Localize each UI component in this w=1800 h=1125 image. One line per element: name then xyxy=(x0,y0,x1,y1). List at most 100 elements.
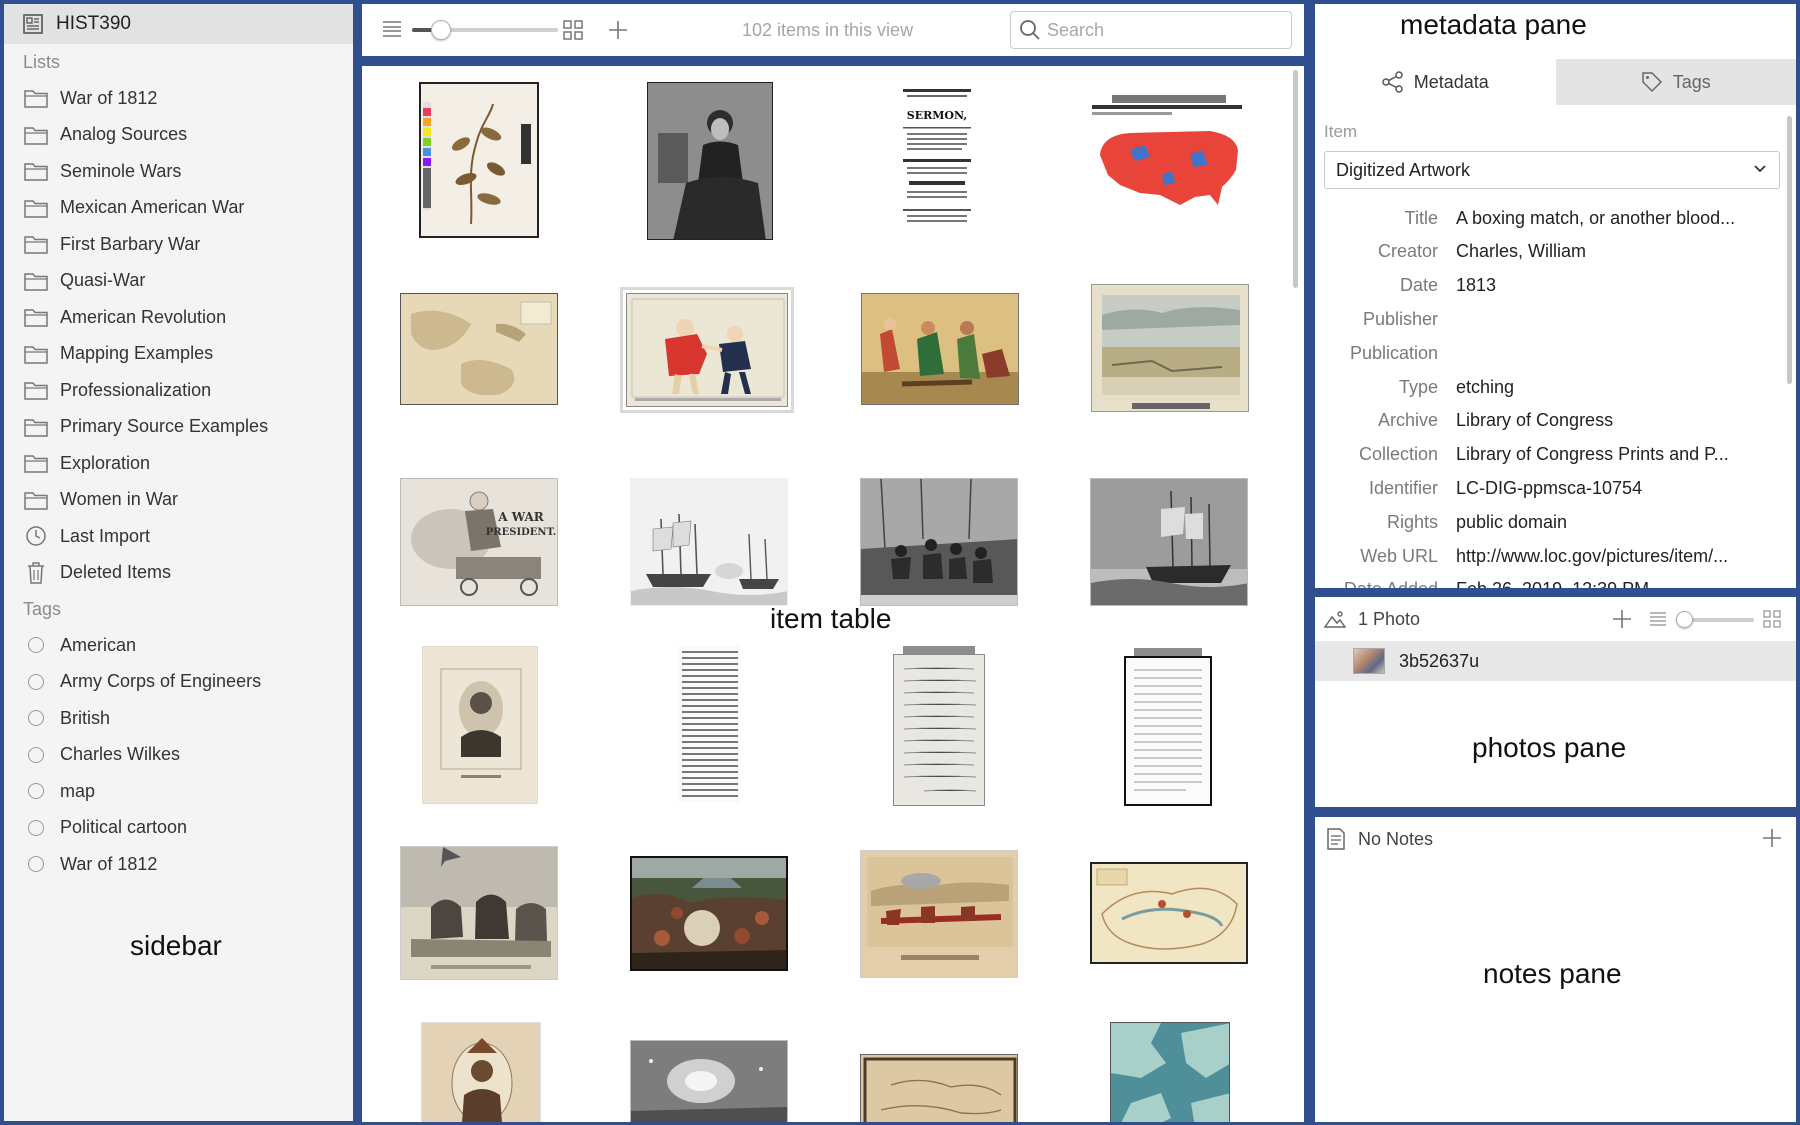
item-thumbnail[interactable] xyxy=(1089,94,1247,224)
sidebar-list-item[interactable]: Deleted Items xyxy=(4,555,353,592)
sidebar-tag-item[interactable]: British xyxy=(4,700,353,737)
item-thumbnail[interactable] xyxy=(400,293,558,405)
item-thumbnail[interactable] xyxy=(1124,656,1212,806)
add-photo-icon[interactable] xyxy=(1612,609,1632,629)
item-thumbnail[interactable] xyxy=(630,478,788,606)
sidebar-list-item[interactable]: Primary Source Examples xyxy=(4,409,353,446)
item-thumbnail[interactable] xyxy=(419,82,539,238)
tag-circle-icon xyxy=(23,672,48,692)
photo-size-slider[interactable] xyxy=(1676,611,1754,628)
item-thumbnail[interactable] xyxy=(1091,284,1249,412)
item-table-scrollbar[interactable] xyxy=(1293,70,1298,288)
sidebar-list-item[interactable]: Professionalization xyxy=(4,372,353,409)
metadata-field-value[interactable]: 1813 xyxy=(1456,275,1761,296)
item-thumbnail[interactable] xyxy=(861,293,1019,405)
sidebar-list-item[interactable]: Quasi-War xyxy=(4,263,353,300)
sidebar-list-item[interactable]: Last Import xyxy=(4,518,353,555)
sidebar-tag-item[interactable]: War of 1812 xyxy=(4,846,353,883)
photo-list-item[interactable]: 3b52637u xyxy=(1315,641,1796,681)
metadata-field-value[interactable]: A boxing match, or another blood... xyxy=(1456,208,1761,229)
item-thumbnail[interactable] xyxy=(860,478,1018,606)
slider-knob[interactable] xyxy=(431,20,451,40)
metadata-field-value[interactable]: Feb 26, 2019, 12:39 PM xyxy=(1456,579,1761,588)
item-thumbnail[interactable]: A WAR PRESIDENT. xyxy=(400,478,558,606)
sidebar-list-item[interactable]: First Barbary War xyxy=(4,226,353,263)
item-thumbnail[interactable] xyxy=(400,846,558,980)
item-thumbnail[interactable] xyxy=(630,856,788,971)
sidebar-tag-item[interactable]: Charles Wilkes xyxy=(4,737,353,774)
metadata-field-value[interactable]: http://www.loc.gov/pictures/item/... xyxy=(1456,546,1761,567)
sidebar-list-item[interactable]: Mapping Examples xyxy=(4,336,353,373)
item-table-caption: item table xyxy=(770,603,892,634)
item-thumbnail[interactable] xyxy=(1110,1022,1230,1122)
sidebar-tag-item[interactable]: map xyxy=(4,773,353,810)
sidebar-tag-item[interactable]: Political cartoon xyxy=(4,810,353,847)
item-thumbnail[interactable] xyxy=(860,850,1018,978)
sidebar-list-item[interactable]: Mexican American War xyxy=(4,190,353,227)
item-thumbnail[interactable]: SERMON, xyxy=(894,82,979,230)
sidebar-list-item[interactable]: War of 1812 xyxy=(4,80,353,117)
list-view-icon[interactable] xyxy=(1649,611,1667,627)
search-input[interactable]: Search xyxy=(1010,11,1292,49)
item-template-select[interactable]: Digitized Artwork xyxy=(1324,151,1780,189)
metadata-field-row: Web URL http://www.loc.gov/pictures/item/… xyxy=(1315,539,1796,573)
item-thumbnail[interactable] xyxy=(677,644,741,804)
project-item[interactable]: HIST390 xyxy=(4,4,353,44)
metadata-field-key: Identifier xyxy=(1368,477,1438,498)
sidebar-list-item[interactable]: Women in War xyxy=(4,482,353,519)
svg-text:SERMON,: SERMON, xyxy=(907,109,967,122)
metadata-field-value[interactable]: LC-DIG-ppmsca-10754 xyxy=(1456,478,1761,499)
add-item-icon[interactable] xyxy=(608,20,628,40)
tags-heading: Tags xyxy=(23,599,62,619)
item-thumbnail[interactable] xyxy=(422,646,538,804)
metadata-field-value[interactable]: Charles, William xyxy=(1456,241,1761,262)
metadata-field-key: Rights xyxy=(1386,511,1438,532)
metadata-field-value[interactable]: Library of Congress xyxy=(1456,410,1761,431)
list-view-icon[interactable] xyxy=(382,20,402,38)
add-note-icon[interactable] xyxy=(1762,828,1782,848)
metadata-field-value[interactable]: Library of Congress Prints and P... xyxy=(1456,444,1761,465)
grid-view-icon[interactable] xyxy=(1763,610,1781,628)
sidebar-list-label: Primary Source Examples xyxy=(60,416,269,437)
metadata-field-value[interactable]: etching xyxy=(1456,377,1761,398)
folder-icon xyxy=(23,307,48,327)
item-thumbnail[interactable] xyxy=(860,1054,1018,1122)
thumbnail-size-slider[interactable] xyxy=(412,20,558,40)
sidebar-tag-item[interactable]: American xyxy=(4,627,353,664)
sidebar-list-item[interactable]: Exploration xyxy=(4,445,353,482)
sidebar-list-label: Last Import xyxy=(60,525,151,546)
sidebar-tag-label: Charles Wilkes xyxy=(60,744,181,765)
sidebar-tag-label: Army Corps of Engineers xyxy=(60,671,262,692)
item-thumbnail[interactable] xyxy=(893,654,985,806)
tab-metadata[interactable]: Metadata xyxy=(1315,59,1556,105)
metadata-tabs: Metadata Tags xyxy=(1315,59,1796,105)
slider-knob[interactable] xyxy=(1676,611,1693,628)
item-thumbnail[interactable] xyxy=(647,82,773,240)
sidebar-caption: sidebar xyxy=(130,930,222,961)
sidebar-list-item[interactable]: Seminole Wars xyxy=(4,153,353,190)
metadata-field-row: Date AddedFeb 26, 2019, 12:39 PM xyxy=(1315,573,1796,588)
item-toolbar: 102 items in this view Search xyxy=(362,4,1304,56)
item-thumbnail[interactable] xyxy=(1090,862,1248,964)
item-thumbnail[interactable] xyxy=(630,1040,788,1122)
tab-metadata-label: Metadata xyxy=(1413,71,1489,92)
folder-icon xyxy=(23,490,48,510)
tab-tags[interactable]: Tags xyxy=(1555,59,1796,105)
sidebar-tag-item[interactable]: Army Corps of Engineers xyxy=(4,664,353,701)
sidebar-list-label: Deleted Items xyxy=(60,562,172,583)
sidebar-list-item[interactable]: American Revolution xyxy=(4,299,353,336)
metadata-scrollbar[interactable] xyxy=(1787,116,1792,384)
item-thumbnail-selected[interactable] xyxy=(620,287,794,413)
folder-icon xyxy=(23,380,48,400)
photos-header: 1 Photo xyxy=(1315,597,1796,641)
grid-view-icon[interactable] xyxy=(563,20,583,40)
sidebar-list-item[interactable]: Analog Sources xyxy=(4,117,353,154)
sidebar-list-label: Exploration xyxy=(60,452,151,473)
metadata-field-value[interactable]: public domain xyxy=(1456,512,1761,533)
item-thumbnail[interactable] xyxy=(421,1022,541,1122)
lists: War of 1812 Analog Sources Seminole Wars Me… xyxy=(4,80,353,591)
folder-icon xyxy=(23,88,48,108)
metadata-field-key: Date Added xyxy=(1315,579,1456,588)
item-thumbnail[interactable] xyxy=(1090,478,1248,606)
chevron-down-icon xyxy=(1754,165,1766,173)
